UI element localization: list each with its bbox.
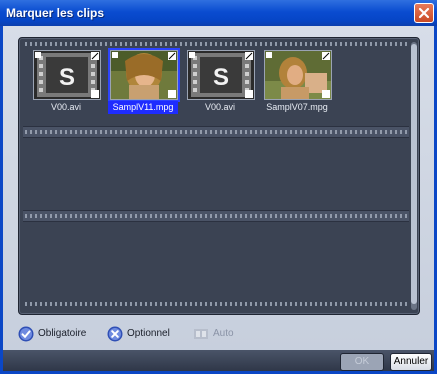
clip-thumbnail: S [187, 50, 255, 100]
clip-name: SamplV07.mpg [266, 102, 328, 112]
svg-text:S: S [59, 64, 75, 91]
clip-item[interactable]: S V00.avi [185, 50, 255, 122]
scrollbar-thumb[interactable] [411, 44, 417, 304]
title-bar[interactable]: Marquer les clips [0, 0, 437, 26]
row-separator [23, 210, 409, 222]
auto-filmstrip-icon [194, 329, 208, 339]
auto-label: Auto [213, 328, 234, 339]
clip-item[interactable]: SamplV07.mpg [262, 50, 332, 122]
expand-icon [322, 52, 330, 60]
x-circle-icon [107, 326, 123, 342]
clip-thumbnail [108, 48, 180, 102]
clip-thumbnail [264, 50, 332, 100]
film-perforation [25, 42, 409, 46]
expand-icon [168, 52, 176, 60]
vertical-scrollbar[interactable] [411, 42, 417, 310]
clip-name: SamplV11.mpg [108, 101, 178, 114]
checkmark-circle-icon [18, 326, 34, 342]
expand-icon [91, 52, 99, 60]
window-title: Marquer les clips [6, 6, 105, 20]
film-perforation [25, 302, 409, 306]
clip-name: V00.avi [50, 102, 82, 112]
cancel-button[interactable]: Annuler [390, 353, 432, 371]
obligatoire-label: Obligatoire [38, 328, 87, 339]
ok-button[interactable]: OK [340, 353, 384, 371]
clip-strip-area: S V00.avi SamplV11.mpg S V00.avi SamplV0… [18, 37, 420, 315]
close-button[interactable] [414, 3, 434, 23]
expand-icon [245, 52, 253, 60]
row-separator [23, 126, 409, 138]
close-icon [418, 7, 430, 19]
svg-text:S: S [213, 64, 229, 91]
clip-item[interactable]: SamplV11.mpg [108, 48, 180, 122]
optionnel-label: Optionnel [127, 328, 170, 339]
clip-item[interactable]: S V00.avi [31, 50, 101, 122]
clip-name: V00.avi [204, 102, 236, 112]
clip-thumbnail: S [33, 50, 101, 100]
